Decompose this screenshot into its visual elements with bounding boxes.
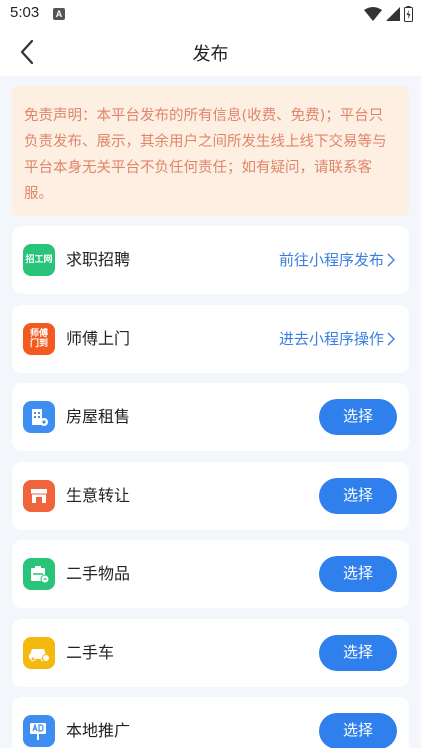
car-icon — [23, 637, 55, 669]
item-label: 房屋租售 — [66, 407, 131, 426]
publish-item-house[interactable]: 房屋租售 选择 — [12, 383, 409, 451]
master-home-icon-text: 师傅 门到 — [29, 329, 48, 349]
signal-icon — [386, 7, 400, 21]
select-button[interactable]: 选择 — [319, 399, 397, 435]
recruit-icon: 招工网 — [23, 244, 55, 276]
page-title: 发布 — [192, 44, 229, 65]
secondhand-goods-icon — [23, 558, 55, 590]
item-label: 二手车 — [66, 643, 115, 662]
select-button[interactable]: 选择 — [319, 713, 397, 748]
select-button[interactable]: 选择 — [319, 478, 397, 514]
publish-item-local-promo[interactable]: 本地推广 选择 — [12, 697, 409, 748]
top-navbar: 发布 — [0, 28, 421, 76]
publish-item-used-car[interactable]: 二手车 选择 — [12, 619, 409, 687]
notification-icon: A — [53, 8, 65, 20]
system-icons — [364, 5, 413, 23]
recruit-icon-text: 招工网 — [25, 255, 53, 265]
select-button[interactable]: 选择 — [319, 556, 397, 592]
select-button[interactable]: 选择 — [319, 635, 397, 671]
item-label: 生意转让 — [66, 486, 131, 505]
item-label: 求职招聘 — [66, 250, 131, 269]
publish-item-recruit[interactable]: 招工网 求职招聘 前往小程序发布 — [12, 226, 409, 294]
battery-icon — [404, 6, 413, 22]
item-label: 本地推广 — [66, 721, 131, 740]
enter-mini-program-link[interactable]: 进去小程序操作 — [279, 329, 395, 349]
ad-icon — [23, 715, 55, 747]
status-time: 5:03 — [10, 4, 40, 21]
item-label: 二手物品 — [66, 564, 131, 583]
publish-item-business[interactable]: 生意转让 选择 — [12, 462, 409, 530]
link-text: 进去小程序操作 — [278, 330, 384, 348]
link-text: 前往小程序发布 — [278, 251, 384, 269]
master-home-icon: 师傅 门到 — [23, 323, 55, 355]
building-icon — [23, 401, 55, 433]
publish-item-master-home[interactable]: 师傅 门到 师傅上门 进去小程序操作 — [12, 305, 409, 373]
chevron-right-icon — [387, 253, 395, 267]
status-bar: 5:03 A — [0, 0, 421, 28]
publish-item-secondhand-goods[interactable]: 二手物品 选择 — [12, 540, 409, 608]
main-content: 免责声明：本平台发布的所有信息(收费、免费)；平台只负责发布、展示，其余用户之间… — [0, 76, 421, 748]
wifi-icon — [364, 7, 382, 21]
item-label: 师傅上门 — [66, 329, 131, 348]
shop-icon — [23, 480, 55, 512]
chevron-right-icon — [387, 332, 395, 346]
goto-mini-program-link[interactable]: 前往小程序发布 — [279, 250, 395, 270]
disclaimer-notice: 免责声明：本平台发布的所有信息(收费、免费)；平台只负责发布、展示，其余用户之间… — [12, 86, 409, 216]
